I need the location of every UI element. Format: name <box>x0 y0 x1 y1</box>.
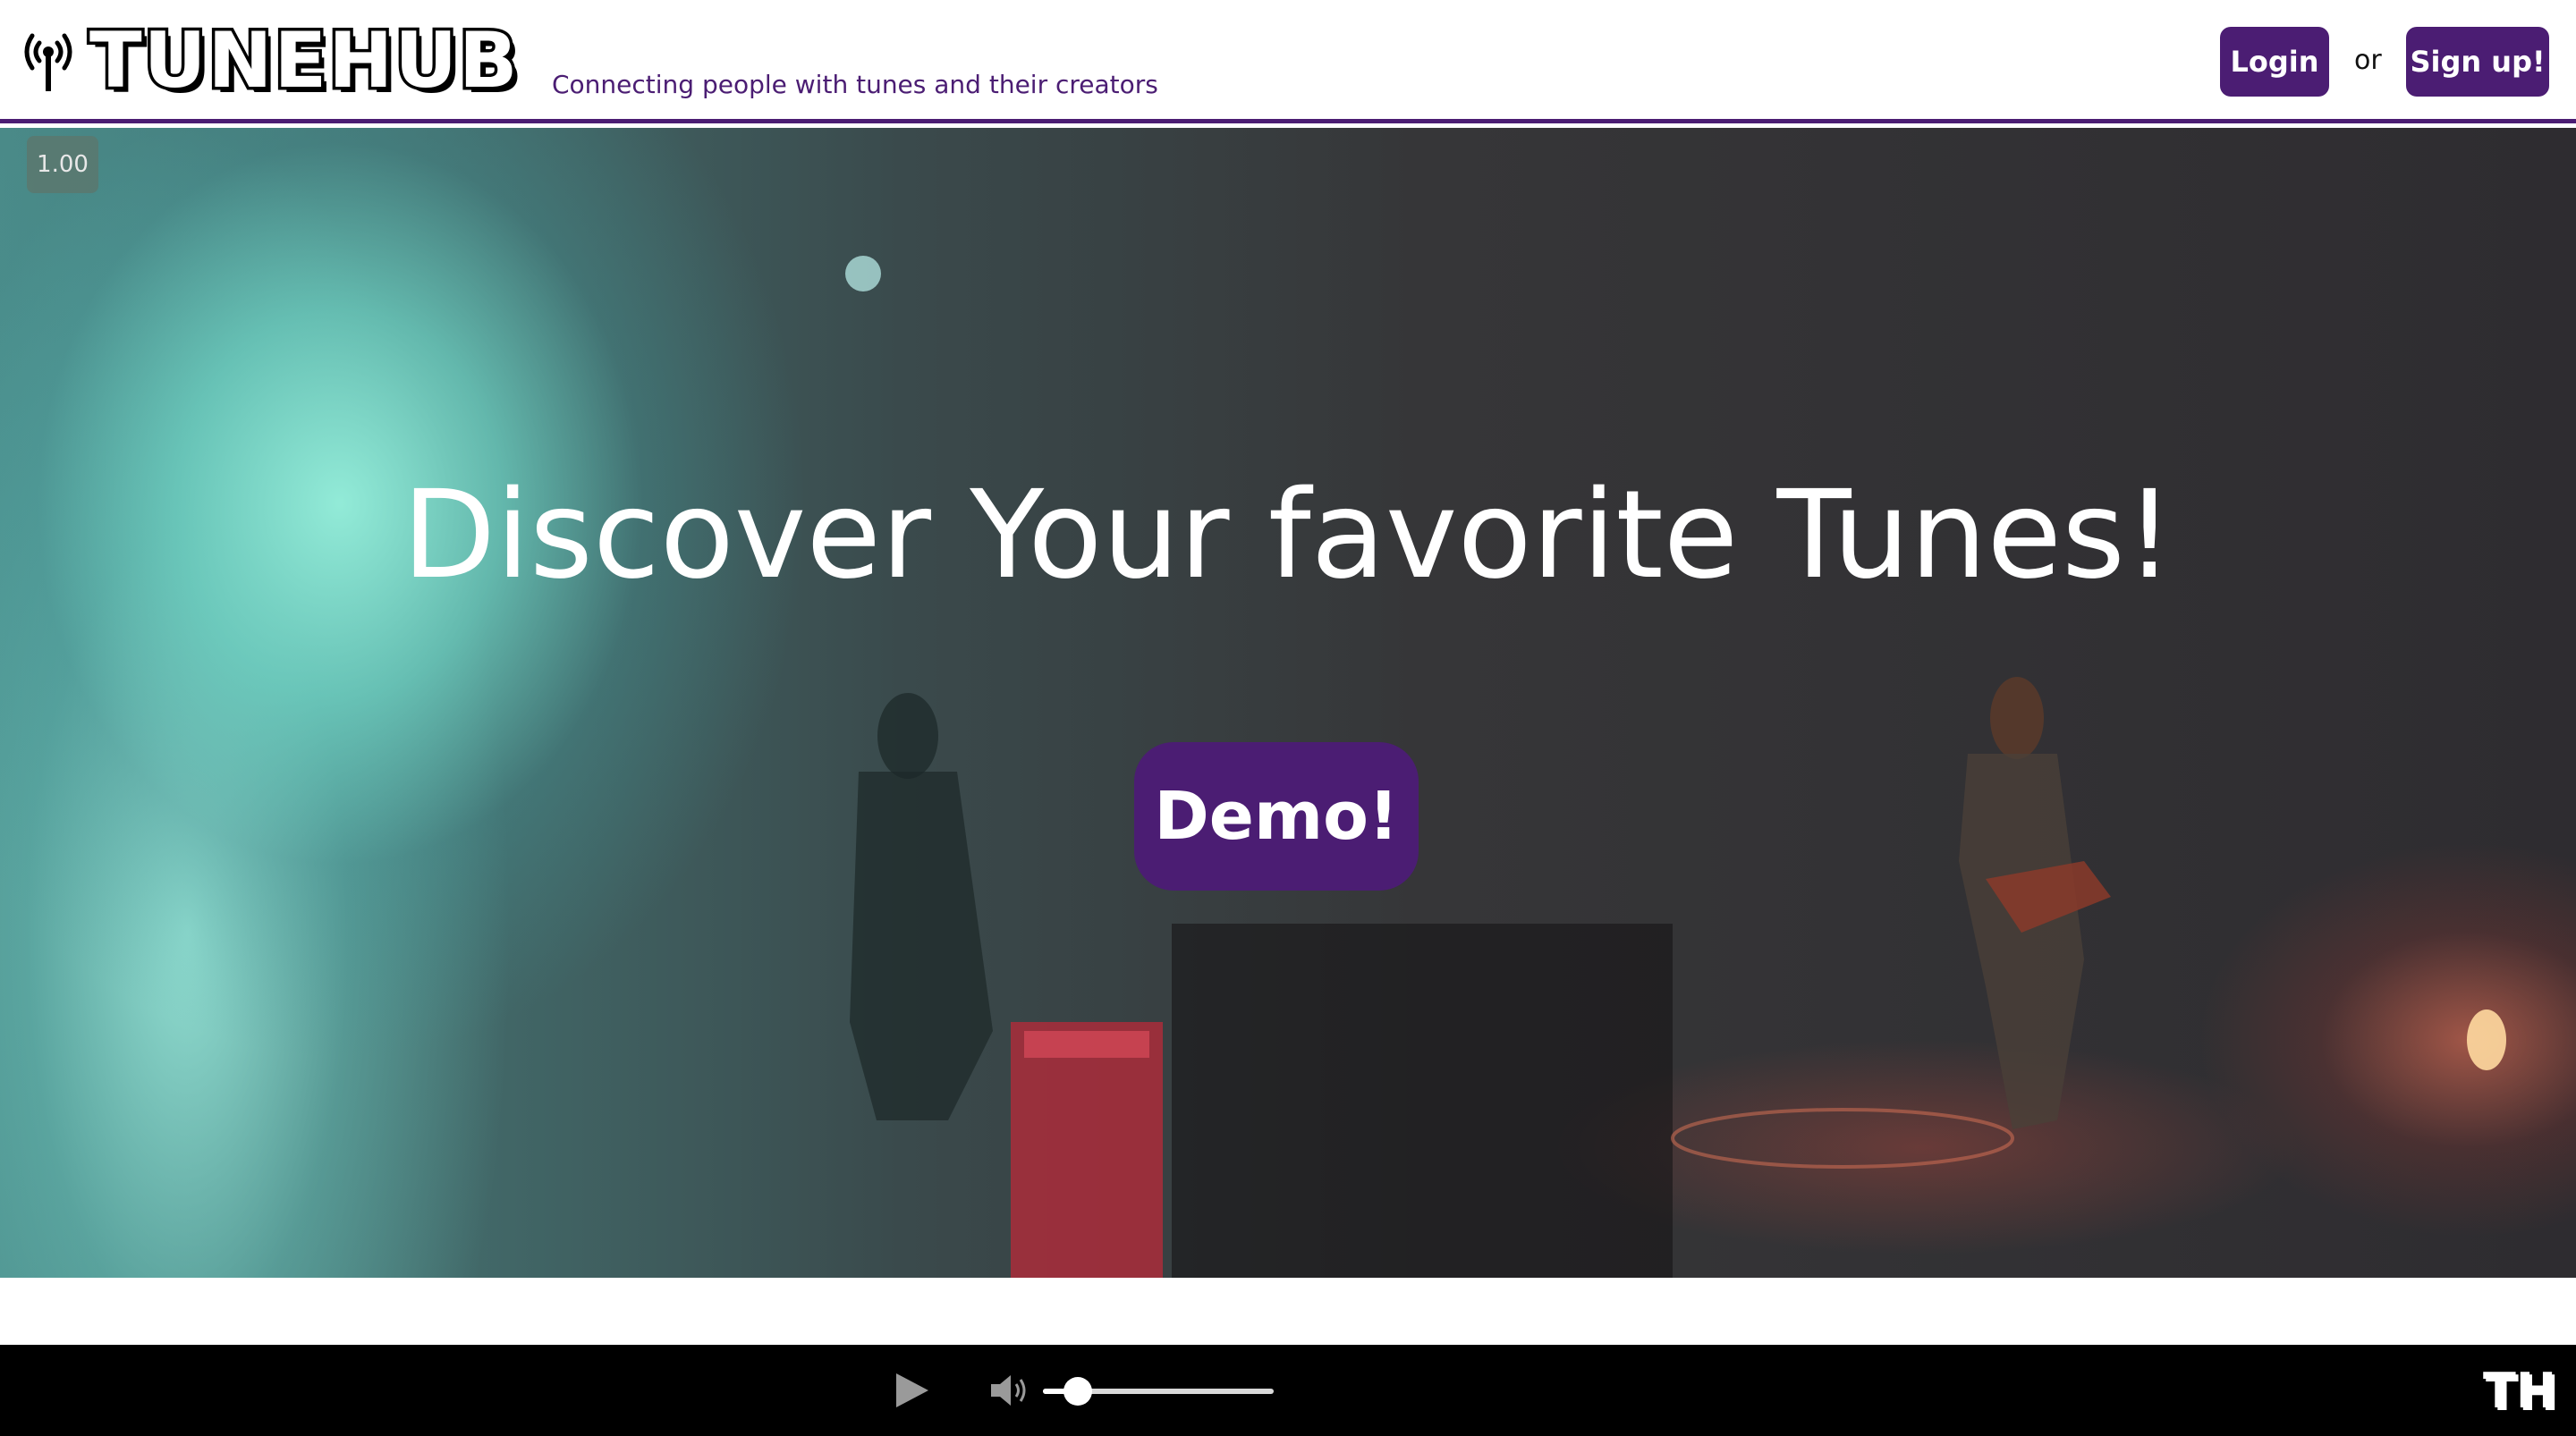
demo-button[interactable]: Demo! <box>1134 742 1419 891</box>
volume-slider[interactable] <box>1043 1377 1274 1406</box>
site-tagline: Connecting people with tunes and their c… <box>552 70 1158 99</box>
site-logo[interactable]: TUNEHUB <box>87 13 521 109</box>
or-separator: or <box>2354 45 2382 76</box>
play-icon[interactable] <box>893 1372 930 1409</box>
radio-antenna-icon <box>24 33 72 91</box>
audio-player-bar: TH <box>0 1345 2576 1436</box>
hero-title: Discover Your favorite Tunes! <box>402 465 2174 606</box>
footer-logo: TH <box>2481 1362 2557 1421</box>
site-header: TUNEHUB Connecting people with tunes and… <box>0 0 2576 123</box>
concert-scene <box>845 256 2506 1278</box>
hero-video[interactable] <box>0 128 2576 1278</box>
login-button[interactable]: Login <box>2220 27 2329 97</box>
playback-speed-badge[interactable]: 1.00 <box>27 136 98 193</box>
volume-slider-handle[interactable] <box>1063 1377 1092 1406</box>
volume-icon[interactable] <box>989 1372 1030 1409</box>
signup-button[interactable]: Sign up! <box>2406 27 2549 97</box>
